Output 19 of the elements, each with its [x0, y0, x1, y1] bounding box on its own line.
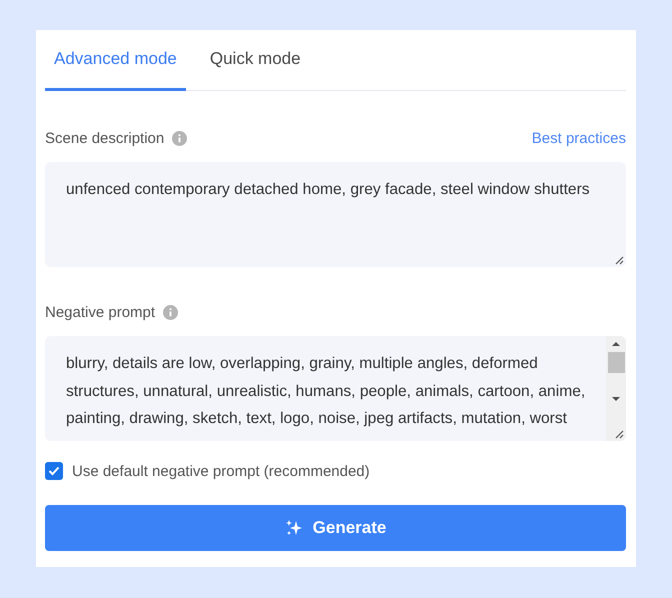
- checkbox-label: Use default negative prompt (recommended): [72, 462, 370, 480]
- scrollbar[interactable]: [606, 336, 626, 441]
- generate-button[interactable]: Generate: [45, 505, 626, 551]
- check-icon: [48, 466, 60, 476]
- scrollbar-thumb[interactable]: [608, 352, 624, 373]
- resize-grip-icon[interactable]: [614, 429, 624, 439]
- info-icon: [163, 304, 178, 320]
- scroll-down-icon[interactable]: [611, 395, 621, 403]
- scroll-up-icon[interactable]: [611, 340, 621, 348]
- field-label: Scene description: [45, 130, 164, 146]
- mode-tab[interactable]: Advanced mode: [45, 30, 186, 91]
- resize-grip-icon[interactable]: [614, 255, 624, 265]
- sparkles-icon: [284, 519, 303, 537]
- mode-tab[interactable]: Quick mode: [200, 30, 310, 91]
- scene-description-field[interactable]: unfenced contemporary detached home, grey facade, steel window shutters: [45, 162, 626, 267]
- checkbox[interactable]: [45, 462, 63, 480]
- negative-prompt-field[interactable]: blurry, details are low, overlapping, grainy, multiple angles, deformed structures, unnatural, unrealistic, humans, people, animals, cartoon, anime, painting, drawing, sketch, text, logo, noise, jpeg artifacts, mutation, worst: [45, 336, 626, 441]
- info-icon: [172, 130, 188, 146]
- field-label: Negative prompt: [45, 304, 156, 320]
